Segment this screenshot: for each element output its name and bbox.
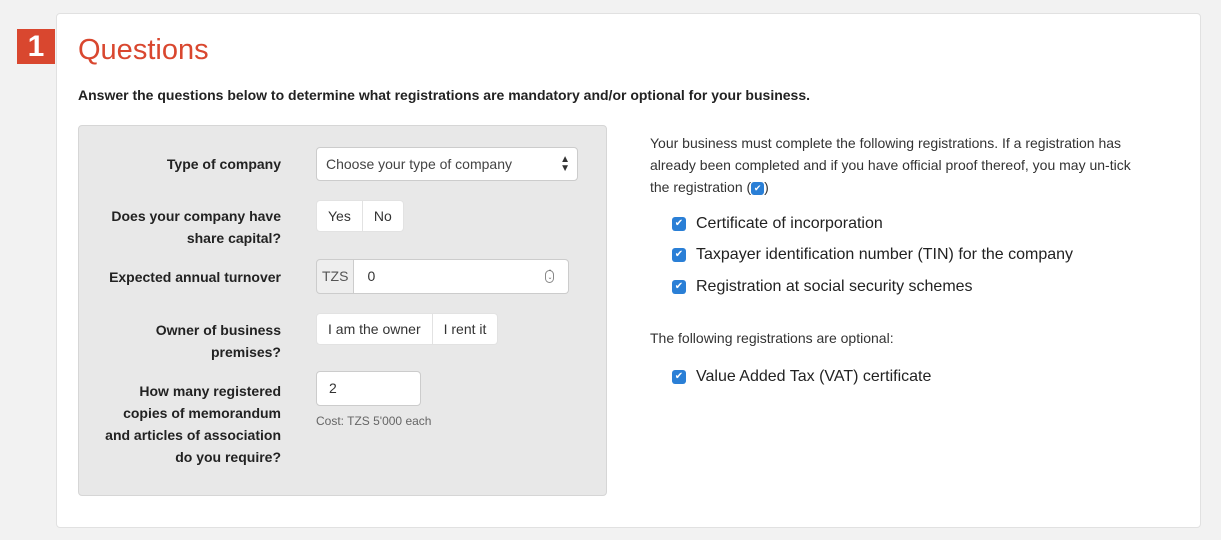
list-item: ✔ Value Added Tax (VAT) certificate bbox=[672, 361, 931, 393]
premises-label-line2: premises? bbox=[210, 344, 281, 360]
copies-label-line1: How many registered bbox=[139, 383, 281, 399]
step-number-badge: 1 bbox=[17, 29, 55, 64]
turnover-input[interactable]: 0 ⌃ ⌄ bbox=[354, 259, 570, 294]
list-item-label: Certificate of incorporation bbox=[696, 214, 883, 232]
list-item: ✔ Taxpayer identification number (TIN) f… bbox=[672, 240, 1073, 272]
intro-text: Answer the questions below to determine … bbox=[78, 87, 811, 103]
share-capital-label-line1: Does your company have bbox=[111, 208, 281, 224]
company-type-select[interactable]: Choose your type of company ▲ ▼ bbox=[316, 147, 578, 181]
mandatory-intro-line2: already been completed and if you have o… bbox=[650, 157, 1131, 173]
copies-label-line3: and articles of association bbox=[105, 427, 281, 443]
currency-addon: TZS bbox=[316, 259, 355, 294]
mandatory-registrations-list: ✔ Certificate of incorporation ✔ Taxpaye… bbox=[672, 208, 1073, 303]
social-security-checkbox[interactable]: ✔ bbox=[672, 279, 686, 294]
page-title: Questions bbox=[78, 34, 209, 66]
premises-label-line1: Owner of business bbox=[155, 322, 281, 338]
list-item-label: Value Added Tax (VAT) certificate bbox=[696, 367, 932, 385]
list-item: ✔ Registration at social security scheme… bbox=[672, 271, 1073, 303]
list-item: ✔ Certificate of incorporation bbox=[672, 208, 1073, 240]
optional-registrations-list: ✔ Value Added Tax (VAT) certificate bbox=[672, 361, 931, 393]
copies-label-line2: copies of memorandum bbox=[123, 405, 281, 421]
copies-cost-hint: Cost: TZS 5'000 each bbox=[316, 414, 432, 428]
premises-owner-button[interactable]: I am the owner bbox=[316, 313, 433, 345]
checkmark-icon: ✔ bbox=[751, 181, 765, 195]
turnover-label: Expected annual turnover bbox=[109, 269, 281, 285]
mandatory-intro: Your business must complete the followin… bbox=[650, 132, 1170, 198]
share-capital-yes-button[interactable]: Yes bbox=[316, 200, 363, 232]
tin-checkbox[interactable]: ✔ bbox=[672, 248, 686, 263]
questions-card: Questions Answer the questions below to … bbox=[56, 13, 1201, 528]
mandatory-intro-line1: Your business must complete the followin… bbox=[650, 135, 1122, 151]
list-item-label: Registration at social security schemes bbox=[696, 277, 973, 295]
copies-label-line4: do you require? bbox=[175, 449, 281, 465]
mandatory-intro-line3a: the registration ( bbox=[650, 179, 752, 195]
copies-input[interactable]: 2 bbox=[316, 371, 421, 406]
turnover-input-value: 0 bbox=[367, 268, 376, 284]
questions-form-panel: Type of company Choose your type of comp… bbox=[78, 125, 607, 496]
company-type-select-value: Choose your type of company bbox=[326, 156, 512, 172]
optional-intro: The following registrations are optional… bbox=[650, 330, 894, 346]
turnover-input-group: TZS 0 ⌃ ⌄ bbox=[316, 259, 570, 294]
copies-label: How many registered copies of memorandum… bbox=[105, 380, 281, 468]
share-capital-label: Does your company have share capital? bbox=[111, 205, 281, 249]
number-spinner-icon[interactable]: ⌃ ⌄ bbox=[545, 270, 555, 283]
premises-rent-button[interactable]: I rent it bbox=[432, 313, 499, 345]
select-caret-icon: ▲ ▼ bbox=[560, 154, 570, 174]
certificate-incorporation-checkbox[interactable]: ✔ bbox=[672, 216, 686, 231]
share-capital-toggle: Yes No bbox=[316, 200, 404, 232]
share-capital-no-button[interactable]: No bbox=[362, 200, 404, 232]
share-capital-label-line2: share capital? bbox=[186, 230, 281, 246]
list-item-label: Taxpayer identification number (TIN) for… bbox=[696, 246, 1074, 264]
vat-checkbox[interactable]: ✔ bbox=[672, 369, 686, 384]
premises-toggle: I am the owner I rent it bbox=[316, 313, 499, 345]
mandatory-intro-line3b: ) bbox=[764, 179, 769, 195]
premises-label: Owner of business premises? bbox=[156, 319, 281, 363]
company-type-label: Type of company bbox=[166, 156, 281, 172]
